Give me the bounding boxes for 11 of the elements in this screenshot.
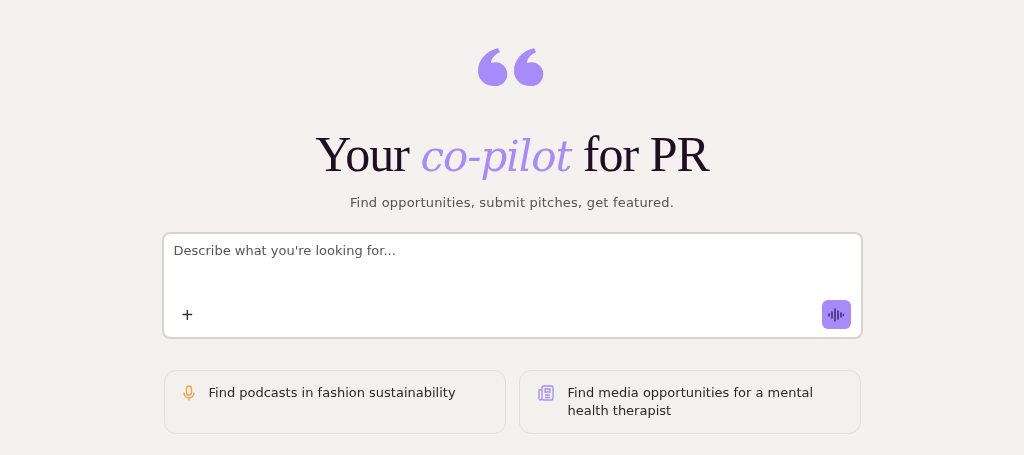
headline: Your co-pilot for PR [315, 126, 709, 184]
voice-button[interactable] [821, 300, 851, 329]
add-button[interactable]: + [173, 303, 202, 326]
suggestion-card[interactable]: Find media opportunities for a mental health therapist [518, 370, 861, 434]
microphone-icon [182, 385, 195, 401]
prompt-field[interactable]: Describe what you're looking for... + [161, 232, 863, 339]
suggestion-card[interactable]: Find podcasts in fashion sustainability [163, 370, 506, 434]
sound-wave-icon [828, 307, 844, 322]
newspaper-icon [537, 385, 554, 401]
subtitle: Find opportunities, submit pitches, get featured. [349, 195, 675, 210]
quote-icon [478, 48, 546, 86]
